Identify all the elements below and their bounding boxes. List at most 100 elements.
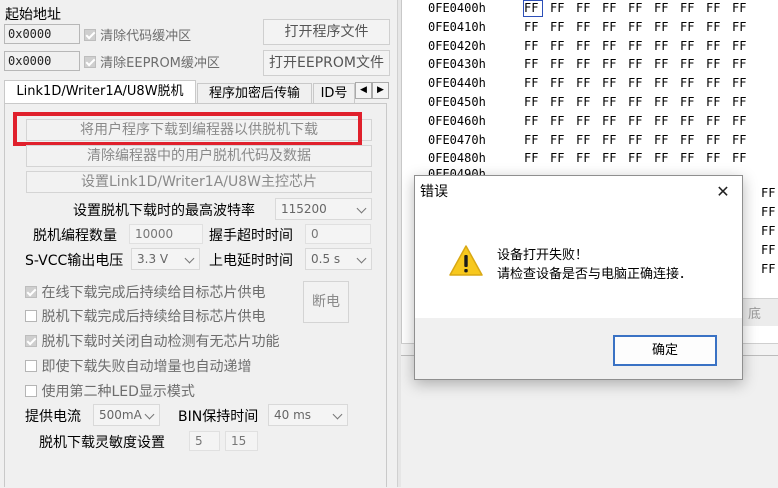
handshake-timeout-field[interactable]: 0 bbox=[305, 224, 371, 244]
bin-hold-select[interactable]: 40 ms bbox=[268, 404, 348, 426]
hex-cell[interactable]: FF bbox=[628, 1, 654, 15]
hex-cell[interactable]: FF bbox=[732, 39, 758, 53]
hex-cell[interactable]: FF bbox=[732, 151, 758, 165]
hex-cell[interactable]: FF bbox=[732, 57, 758, 71]
hex-cell[interactable]: FF bbox=[680, 57, 706, 71]
hex-cell[interactable]: FF bbox=[602, 39, 628, 53]
hex-cell[interactable]: FF bbox=[680, 95, 706, 109]
hex-cell[interactable]: FF bbox=[706, 151, 732, 165]
hex-cell[interactable]: FF bbox=[524, 76, 550, 90]
hex-cell[interactable]: FF bbox=[550, 114, 576, 128]
hex-cell[interactable]: FF bbox=[732, 95, 758, 109]
code-address-input[interactable]: 0x0000 bbox=[4, 24, 80, 44]
clear-code-buffer-checkbox[interactable]: 清除代码缓冲区 bbox=[84, 25, 191, 44]
hex-cell[interactable]: FF bbox=[680, 76, 706, 90]
hex-cell[interactable]: FF bbox=[524, 133, 550, 147]
hex-cell[interactable]: FF bbox=[706, 39, 732, 53]
hex-cell[interactable]: FF bbox=[706, 76, 732, 90]
hex-cell[interactable]: FF bbox=[628, 151, 654, 165]
dialog-close-button[interactable]: ✕ bbox=[711, 180, 735, 204]
hex-cell[interactable]: FF bbox=[654, 57, 680, 71]
offline-count-field[interactable]: 10000 bbox=[129, 224, 203, 244]
hex-cell[interactable]: FF bbox=[576, 39, 602, 53]
clear-offline-code-button[interactable]: 清除编程器中的用户脱机代码及数据 bbox=[26, 145, 372, 167]
tab-id[interactable]: ID号 bbox=[313, 83, 355, 104]
hex-cell[interactable]: FF bbox=[602, 57, 628, 71]
hex-cell[interactable]: FF bbox=[576, 1, 602, 15]
hex-cell[interactable]: FF bbox=[550, 20, 576, 34]
hex-cell[interactable]: FF bbox=[602, 76, 628, 90]
hex-cell[interactable]: FF bbox=[628, 133, 654, 147]
hex-cell[interactable]: FF bbox=[654, 95, 680, 109]
hex-cell[interactable]: FF bbox=[524, 95, 550, 109]
option-offline-power-checkbox[interactable]: 脱机下载完成后持续给目标芯片供电 bbox=[25, 306, 265, 326]
hex-cell[interactable]: FF bbox=[706, 133, 732, 147]
set-master-chip-button[interactable]: 设置Link1D/Writer1A/U8W主控芯片 bbox=[26, 171, 372, 193]
hex-cell[interactable]: FF bbox=[550, 76, 576, 90]
hex-cell[interactable]: FF bbox=[524, 114, 550, 128]
hex-cell[interactable]: FF bbox=[628, 20, 654, 34]
hex-cell[interactable]: FF bbox=[576, 133, 602, 147]
hex-cell[interactable]: FF bbox=[680, 114, 706, 128]
hex-cell[interactable]: FF bbox=[576, 76, 602, 90]
sensitivity-field-1[interactable]: 5 bbox=[189, 431, 220, 451]
hex-cell[interactable]: FF bbox=[628, 57, 654, 71]
tab-encrypted-transfer[interactable]: 程序加密后传输 bbox=[197, 83, 312, 104]
hex-cell[interactable]: FF bbox=[524, 39, 550, 53]
hex-cell[interactable]: FF bbox=[654, 114, 680, 128]
tab-link1d-offline[interactable]: Link1D/Writer1A/U8W脱机 bbox=[4, 80, 196, 104]
hex-cell[interactable]: FF bbox=[706, 57, 732, 71]
hex-cell[interactable]: FF bbox=[680, 151, 706, 165]
hex-cell[interactable]: FF bbox=[732, 114, 758, 128]
hex-cell[interactable]: FF bbox=[628, 39, 654, 53]
hex-cell[interactable]: FF bbox=[628, 95, 654, 109]
eeprom-address-input[interactable]: 0x0000 bbox=[4, 51, 80, 71]
svcc-select[interactable]: 3.3 V bbox=[131, 248, 200, 270]
tab-scroll-right-button[interactable]: ▶ bbox=[372, 82, 389, 99]
hex-cell[interactable]: FF bbox=[680, 133, 706, 147]
hex-cell[interactable]: FF bbox=[680, 39, 706, 53]
hex-cell[interactable]: FF bbox=[550, 39, 576, 53]
option-led-mode-checkbox[interactable]: 使用第二种LED显示模式 bbox=[25, 381, 195, 401]
clear-eeprom-buffer-checkbox[interactable]: 清除EEPROM缓冲区 bbox=[84, 52, 220, 71]
open-program-file-button[interactable]: 打开程序文件 bbox=[263, 19, 390, 45]
hex-cell[interactable]: FF bbox=[654, 151, 680, 165]
open-eeprom-file-button[interactable]: 打开EEPROM文件 bbox=[263, 50, 390, 76]
hex-cell[interactable]: FF bbox=[654, 1, 680, 15]
hex-cell[interactable]: FF bbox=[550, 1, 576, 15]
power-delay-select[interactable]: 0.5 s bbox=[305, 248, 372, 270]
hex-cell[interactable]: FF bbox=[732, 1, 758, 15]
hex-cell[interactable]: FF bbox=[550, 151, 576, 165]
hex-cell[interactable]: FF bbox=[550, 133, 576, 147]
hex-cell[interactable]: FF bbox=[576, 114, 602, 128]
hex-cell[interactable]: FF bbox=[732, 20, 758, 34]
hex-cell[interactable]: FF bbox=[524, 57, 550, 71]
hex-cell[interactable]: FF bbox=[680, 20, 706, 34]
hex-cell[interactable]: FF bbox=[706, 1, 732, 15]
hex-cell[interactable]: FF bbox=[602, 133, 628, 147]
supply-current-select[interactable]: 500mA bbox=[93, 404, 160, 426]
hex-cell[interactable]: FF bbox=[602, 1, 628, 15]
hex-cell[interactable]: FF bbox=[576, 57, 602, 71]
hex-cell[interactable]: FF bbox=[602, 114, 628, 128]
option-auto-increment-checkbox[interactable]: 即使下载失败自动增量也自动递增 bbox=[25, 356, 251, 376]
hex-cell[interactable]: FF bbox=[732, 76, 758, 90]
option-disable-chip-detect-checkbox[interactable]: 脱机下载时关闭自动检测有无芯片功能 bbox=[25, 331, 279, 351]
hex-cell[interactable]: FF bbox=[654, 76, 680, 90]
hex-cell[interactable]: FF bbox=[628, 76, 654, 90]
hex-cell[interactable]: FF bbox=[550, 95, 576, 109]
ok-button[interactable]: 确定 bbox=[613, 335, 717, 366]
hex-cell[interactable]: FF bbox=[524, 20, 550, 34]
hex-cell[interactable]: FF bbox=[628, 114, 654, 128]
hex-cell[interactable]: FF bbox=[576, 20, 602, 34]
hex-cell[interactable]: FF bbox=[654, 20, 680, 34]
max-baud-select[interactable]: 115200 bbox=[275, 198, 372, 220]
hex-cell[interactable]: FF bbox=[602, 95, 628, 109]
sensitivity-field-2[interactable]: 15 bbox=[225, 431, 258, 451]
hex-cell[interactable]: FF bbox=[706, 95, 732, 109]
hex-cell[interactable]: FF bbox=[732, 133, 758, 147]
power-off-button[interactable]: 断电 bbox=[303, 281, 349, 323]
hex-cell[interactable]: FF bbox=[654, 39, 680, 53]
tab-scroll-left-button[interactable]: ◀ bbox=[355, 82, 372, 99]
hex-cell[interactable]: FF bbox=[576, 95, 602, 109]
